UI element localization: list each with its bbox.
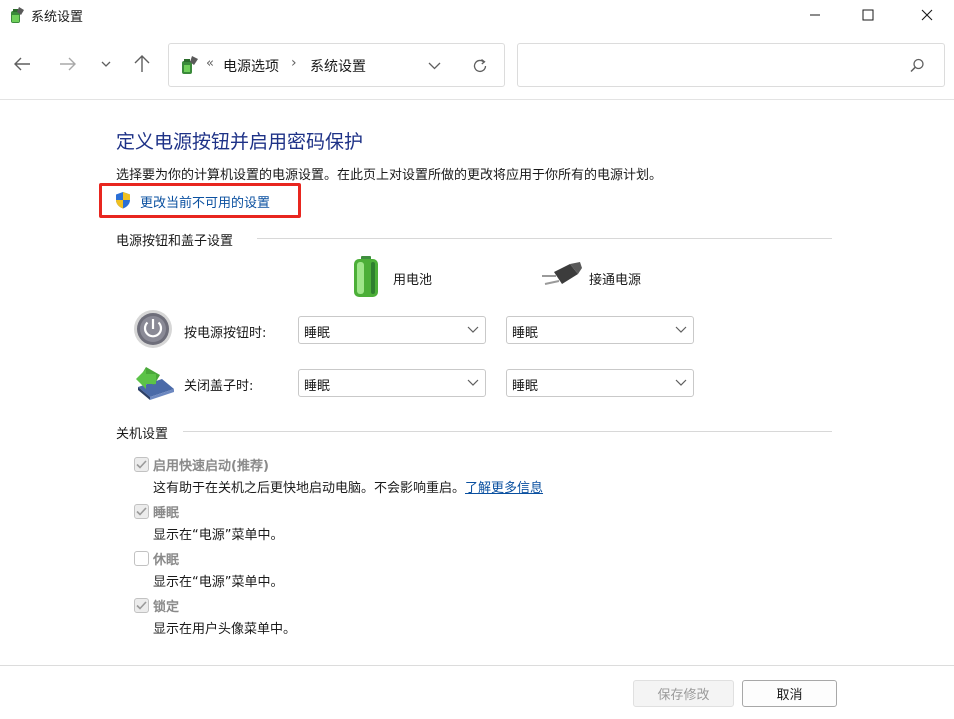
fast-startup-checkbox[interactable] — [134, 457, 149, 472]
chevron-down-icon — [675, 326, 687, 333]
power-options-icon — [11, 7, 24, 23]
chevron-down-icon — [467, 326, 479, 333]
select-value: 睡眠 — [512, 379, 539, 394]
shutdown-section-heading: 关机设置 — [116, 427, 169, 442]
sleep-checkbox[interactable] — [134, 504, 149, 519]
chevron-down-icon — [675, 379, 687, 386]
close-button[interactable] — [904, 0, 950, 30]
refresh-icon — [473, 58, 487, 73]
recent-locations-button[interactable] — [92, 50, 120, 78]
hibernate-checkbox[interactable] — [134, 551, 149, 566]
power-button-plugged-select[interactable]: 睡眠 — [506, 316, 694, 344]
checkmark-icon — [136, 460, 147, 469]
lid-plugged-select[interactable]: 睡眠 — [506, 369, 694, 397]
refresh-button[interactable] — [469, 55, 491, 77]
select-value: 睡眠 — [304, 326, 331, 341]
power-options-icon — [182, 56, 198, 74]
breadcrumb-separator[interactable]: › — [291, 55, 297, 71]
up-button[interactable] — [128, 50, 156, 78]
maximize-icon — [862, 9, 874, 21]
lock-checkbox[interactable] — [134, 598, 149, 613]
page-description: 选择要为你的计算机设置的电源设置。在此页上对设置所做的更改将应用于你所有的电源计… — [116, 168, 663, 183]
address-dropdown-button[interactable] — [424, 56, 444, 76]
plugged-column-label: 接通电源 — [589, 273, 642, 288]
search-input[interactable] — [526, 52, 896, 78]
change-unavailable-settings-link[interactable]: 更改当前不可用的设置 — [140, 192, 270, 211]
power-button-icon — [134, 310, 172, 348]
checkmark-icon — [136, 507, 147, 516]
power-button-battery-select[interactable]: 睡眠 — [298, 316, 486, 344]
nav-divider — [0, 99, 954, 100]
sleep-description: 显示在“电源”菜单中。 — [153, 528, 284, 543]
fast-startup-label: 启用快速启动(推荐) — [153, 459, 269, 474]
window-title: 系统设置 — [31, 10, 84, 25]
save-changes-button[interactable]: 保存修改 — [633, 680, 734, 707]
arrow-left-icon — [14, 57, 30, 71]
lock-description: 显示在用户头像菜单中。 — [153, 622, 297, 637]
breadcrumb-power-options[interactable]: 电源选项 — [223, 56, 279, 76]
hibernate-label: 休眠 — [153, 553, 180, 568]
minimize-icon — [810, 14, 820, 16]
battery-column-label: 用电池 — [393, 273, 433, 288]
breadcrumb-system-settings[interactable]: 系统设置 — [310, 56, 366, 76]
section-divider — [183, 431, 832, 432]
chevron-down-icon — [467, 379, 479, 386]
arrow-up-icon — [134, 55, 150, 72]
search-box[interactable] — [517, 43, 945, 87]
lock-label: 锁定 — [153, 600, 180, 615]
laptop-lid-icon — [136, 367, 174, 400]
navigation-bar: « 电源选项 › 系统设置 — [0, 30, 954, 100]
close-icon — [921, 9, 933, 21]
minimize-button[interactable] — [792, 0, 838, 30]
power-plug-icon — [542, 262, 582, 285]
checkmark-icon — [136, 601, 147, 610]
battery-icon — [354, 256, 378, 297]
select-value: 睡眠 — [512, 326, 539, 341]
search-icon[interactable] — [908, 57, 926, 75]
arrow-right-icon — [60, 57, 76, 71]
title-bar: 系统设置 — [0, 0, 954, 30]
power-section-heading: 电源按钮和盖子设置 — [116, 234, 234, 249]
back-button[interactable] — [8, 50, 36, 78]
lid-battery-select[interactable]: 睡眠 — [298, 369, 486, 397]
select-value: 睡眠 — [304, 379, 331, 394]
learn-more-link[interactable]: 了解更多信息 — [465, 481, 543, 496]
address-bar[interactable]: « 电源选项 › 系统设置 — [168, 43, 505, 87]
page-title: 定义电源按钮并启用密码保护 — [116, 131, 364, 153]
hibernate-description: 显示在“电源”菜单中。 — [153, 575, 284, 590]
breadcrumb-overflow[interactable]: « — [206, 56, 214, 71]
uac-shield-icon — [116, 192, 130, 209]
chevron-down-icon — [428, 62, 440, 70]
footer-divider — [0, 665, 954, 666]
maximize-button[interactable] — [845, 0, 891, 30]
fast-startup-description: 这有助于在关机之后更快地启动电脑。不会影响重启。了解更多信息 — [153, 477, 543, 496]
section-divider — [257, 238, 832, 239]
power-button-row-label: 按电源按钮时: — [184, 326, 267, 341]
cancel-button[interactable]: 取消 — [742, 680, 837, 707]
sleep-label: 睡眠 — [153, 506, 180, 521]
lid-row-label: 关闭盖子时: — [184, 379, 254, 394]
forward-button[interactable] — [54, 50, 82, 78]
chevron-down-icon — [101, 61, 111, 67]
fast-startup-desc-text: 这有助于在关机之后更快地启动电脑。不会影响重启。 — [153, 481, 466, 496]
